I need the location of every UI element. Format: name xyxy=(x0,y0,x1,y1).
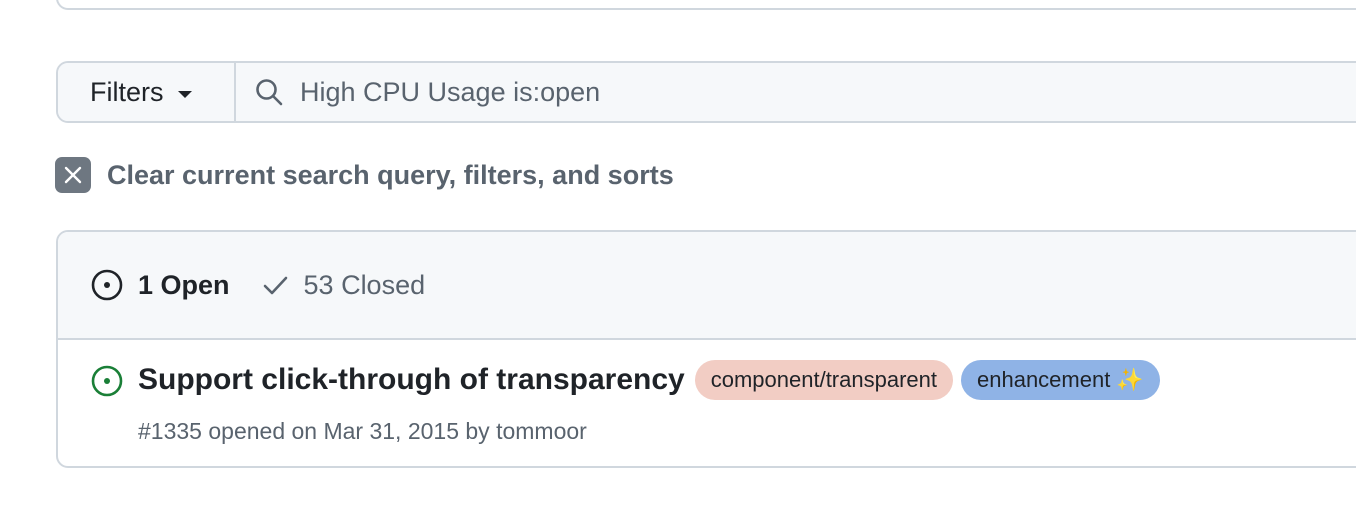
issue-opened-icon xyxy=(90,364,124,403)
filter-search-bar: Filters xyxy=(56,61,1356,123)
clear-search-label: Clear current search query, filters, and… xyxy=(107,159,674,190)
label-component-transparent[interactable]: component/transparent xyxy=(694,360,953,400)
issue-opened-text: opened on Mar 31, 2015 by xyxy=(208,418,490,444)
issues-list-header: 1 Open 53 Closed xyxy=(58,232,1356,340)
tab-open-label: 1 Open xyxy=(138,269,230,300)
tab-closed[interactable]: 53 Closed xyxy=(260,269,426,301)
previous-panel-edge xyxy=(56,0,1356,10)
tab-open[interactable]: 1 Open xyxy=(90,268,230,302)
caret-down-icon xyxy=(177,90,192,98)
issue-author-link[interactable]: tommoor xyxy=(496,418,587,444)
issue-row: Support click-through of transparency co… xyxy=(58,340,1356,466)
search-icon xyxy=(252,75,286,109)
close-icon xyxy=(55,157,91,193)
issues-list: 1 Open 53 Closed Support click-through o… xyxy=(56,230,1356,468)
filters-button[interactable]: Filters xyxy=(58,63,236,121)
issue-title-link[interactable]: Support click-through of transparency xyxy=(138,363,685,397)
tab-closed-label: 53 Closed xyxy=(303,269,426,300)
issue-number: #1335 xyxy=(138,418,202,444)
filters-button-label: Filters xyxy=(90,76,164,107)
issue-opened-icon xyxy=(90,268,124,302)
search-area xyxy=(236,63,1356,121)
issue-meta: #1335 opened on Mar 31, 2015 by tommoor xyxy=(138,418,587,445)
clear-search-button[interactable]: Clear current search query, filters, and… xyxy=(55,157,674,193)
issue-title-line: Support click-through of transparency co… xyxy=(138,360,1160,400)
label-enhancement[interactable]: enhancement ✨ xyxy=(961,360,1160,400)
search-input[interactable] xyxy=(300,76,1200,108)
check-icon xyxy=(260,270,290,300)
